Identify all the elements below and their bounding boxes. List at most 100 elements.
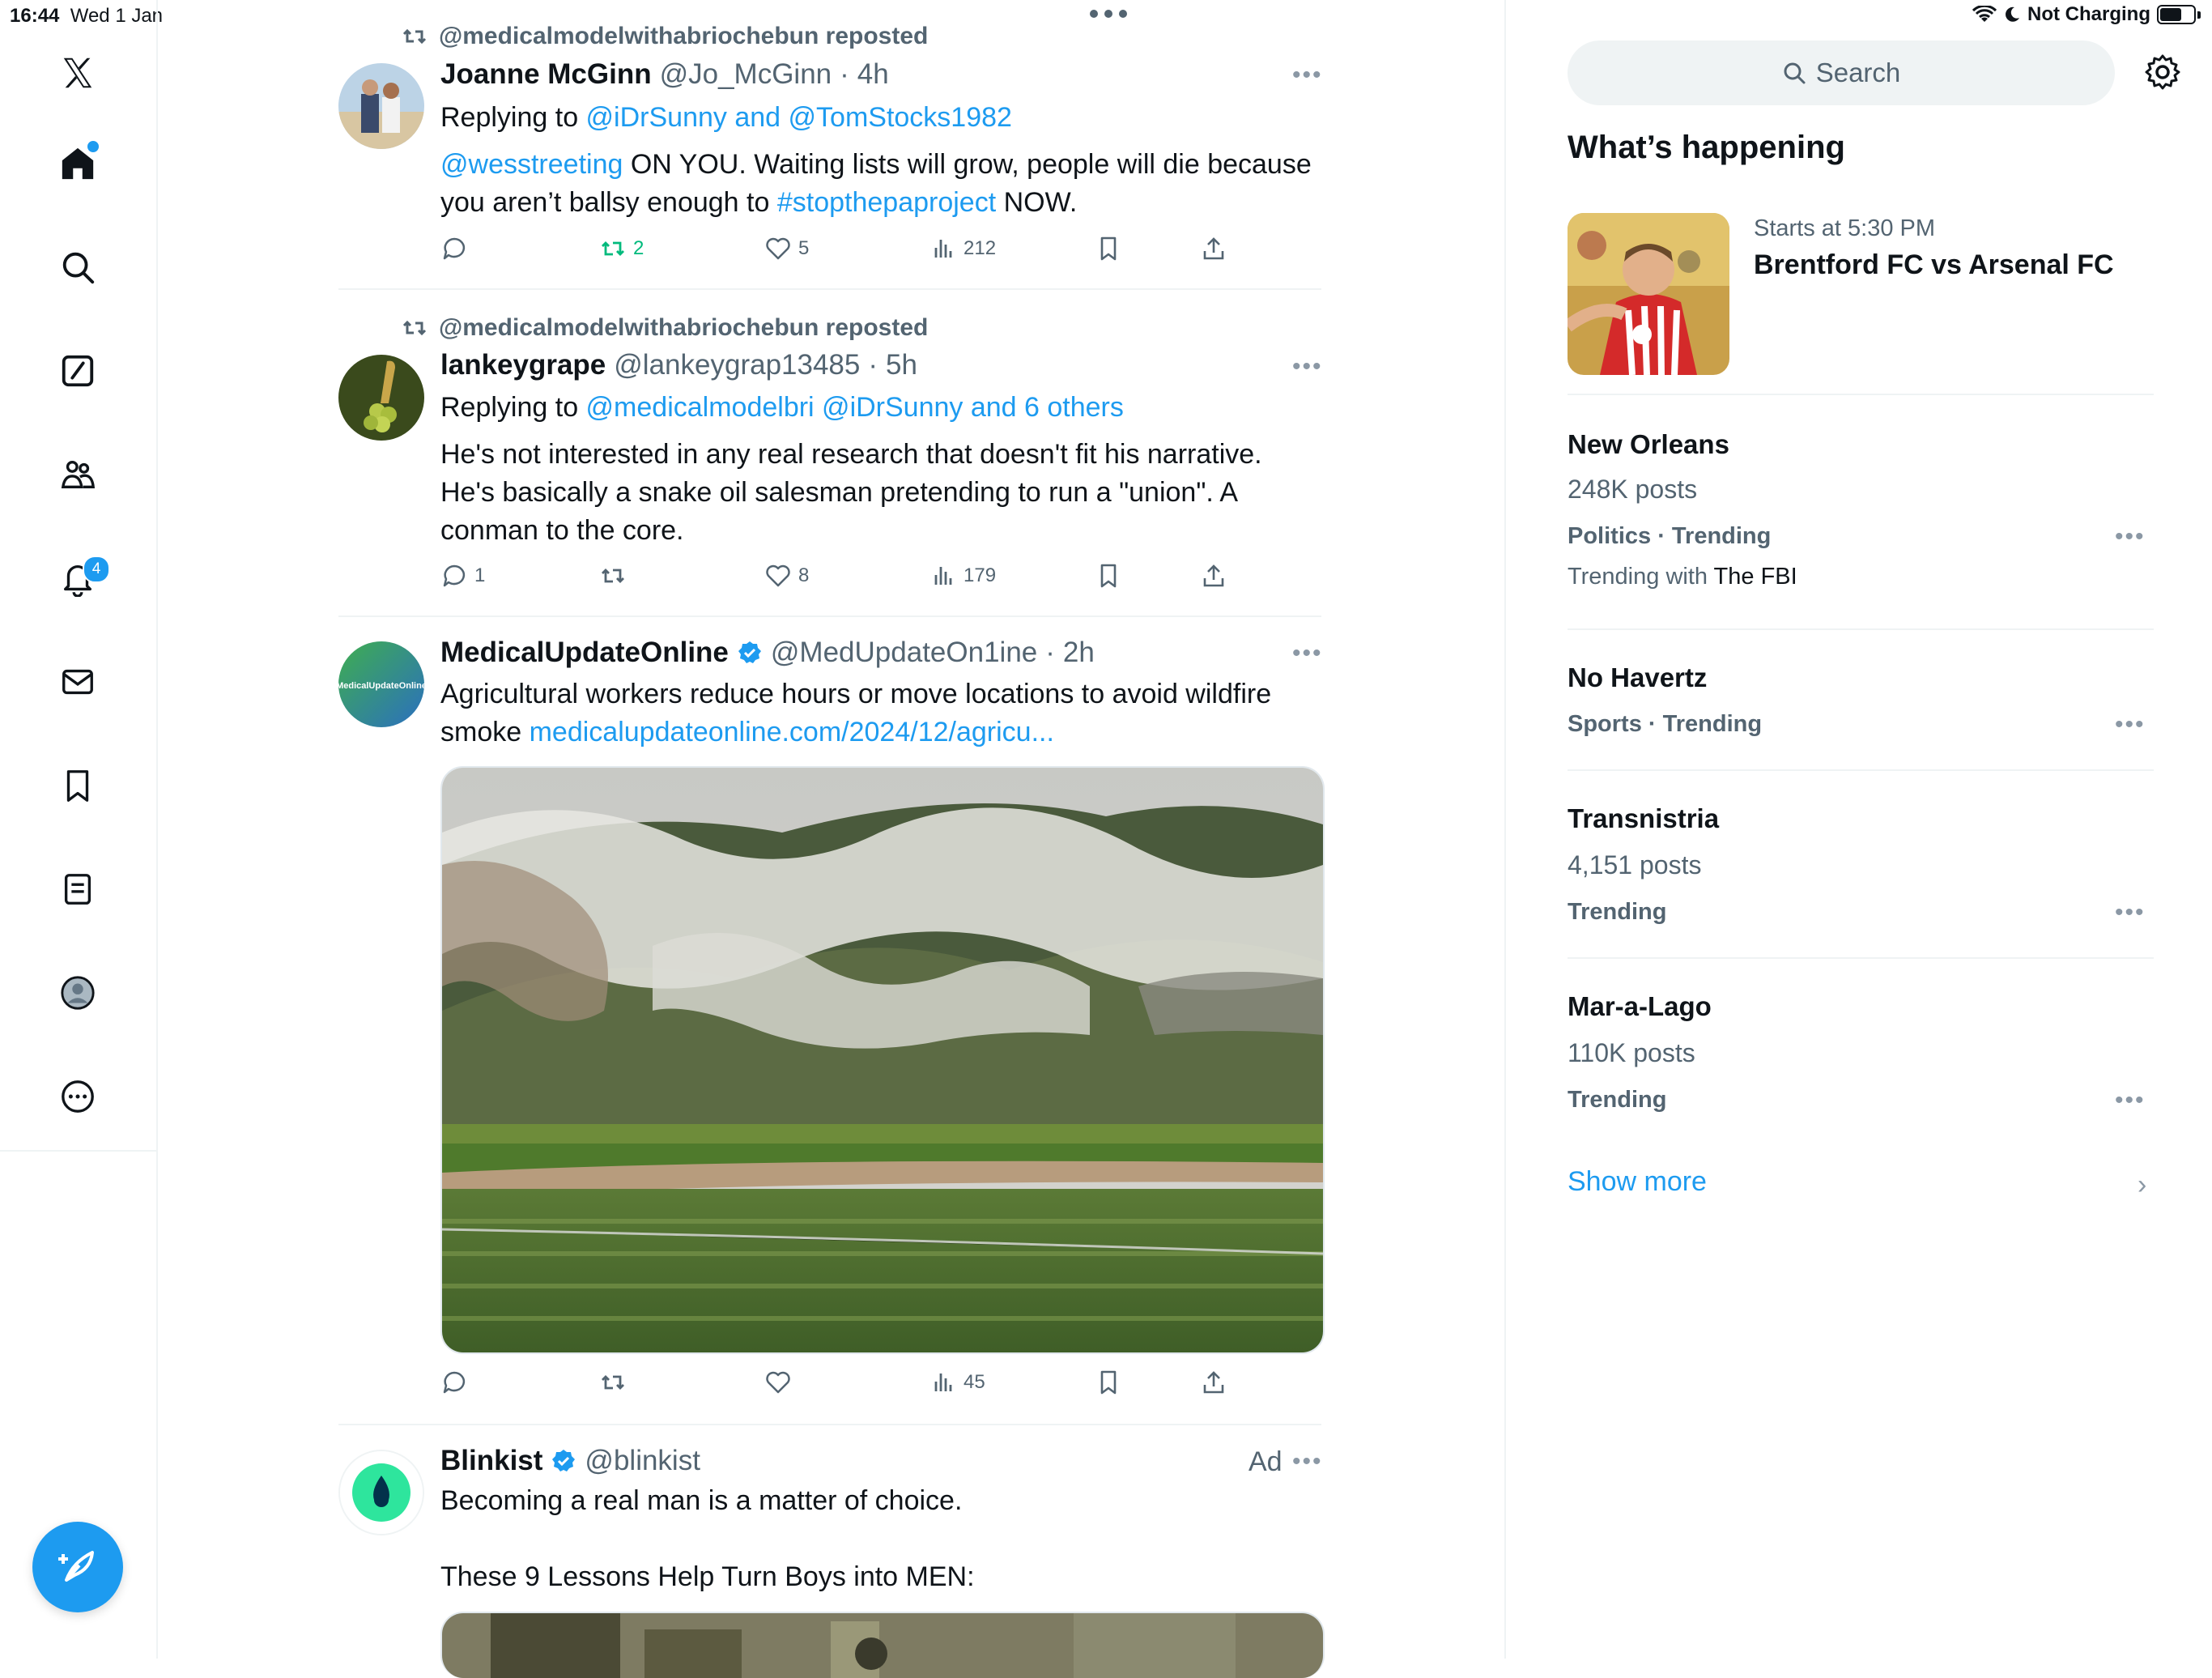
bookmark-icon bbox=[1100, 1370, 1117, 1395]
home-notification-dot bbox=[86, 139, 100, 154]
trend-name[interactable]: Transnistria bbox=[1568, 803, 1719, 834]
repost-icon bbox=[602, 1375, 624, 1390]
author-name[interactable]: Joanne McGinn bbox=[440, 58, 652, 91]
bookmark-icon bbox=[1100, 564, 1117, 588]
tweet-time: 4h bbox=[857, 58, 889, 90]
tweet-actions: 2 5 212 bbox=[440, 235, 1323, 267]
like-button[interactable] bbox=[764, 1369, 798, 1396]
avatar[interactable] bbox=[338, 1450, 424, 1535]
repost-icon bbox=[402, 320, 427, 336]
hashtag-link[interactable]: #stopthepaproject bbox=[777, 187, 996, 218]
avatar-logo-text: MedicalUpdateOnline bbox=[338, 681, 424, 691]
replying-to: Replying to @iDrSunny and @TomStocks1982 bbox=[440, 102, 1012, 133]
tweet-author: Joanne McGinn @Jo_McGinn · 4h bbox=[440, 58, 889, 91]
avatar[interactable] bbox=[338, 63, 424, 149]
author-handle[interactable]: @blinkist bbox=[585, 1445, 700, 1477]
settings-gear-icon[interactable] bbox=[2144, 53, 2181, 91]
trend-name[interactable]: Mar-a-Lago bbox=[1568, 991, 1712, 1022]
reply-icon bbox=[443, 1371, 466, 1394]
trend-category: Politics · Trending bbox=[1568, 523, 1772, 549]
author-name[interactable]: lankeygrape bbox=[440, 349, 606, 381]
views-button[interactable]: 179 bbox=[929, 562, 996, 590]
status-bar: 16:44 Wed 1 Jan Not Charging bbox=[0, 0, 2212, 36]
whats-happening-title: What’s happening bbox=[1568, 130, 1845, 165]
mention-link[interactable]: @wesstreeting bbox=[440, 149, 623, 180]
share-button[interactable] bbox=[1200, 235, 1227, 262]
search-input[interactable]: Search bbox=[1568, 40, 2115, 105]
ad-image[interactable] bbox=[440, 1612, 1325, 1678]
wifi-icon bbox=[1972, 6, 1997, 22]
tweet-divider bbox=[338, 615, 1321, 617]
more-icon[interactable] bbox=[52, 1071, 104, 1122]
show-more-link[interactable]: Show more bbox=[1568, 1166, 1707, 1198]
search-icon[interactable] bbox=[52, 241, 104, 293]
notifications-badge: 4 bbox=[83, 556, 110, 583]
trend-name[interactable]: New Orleans bbox=[1568, 429, 1729, 460]
repost-button[interactable]: 2 bbox=[599, 235, 644, 262]
event-image[interactable] bbox=[1568, 213, 1729, 375]
views-icon bbox=[934, 1373, 952, 1391]
repost-button[interactable] bbox=[599, 1369, 633, 1396]
repost-button[interactable] bbox=[599, 562, 633, 590]
avatar[interactable] bbox=[338, 355, 424, 441]
bookmark-button[interactable] bbox=[1095, 235, 1122, 262]
article-link[interactable]: medicalupdateonline.com/2024/12/agricu..… bbox=[530, 717, 1054, 747]
tweet-text: These 9 Lessons Help Turn Boys into MEN: bbox=[440, 1561, 975, 1592]
chevron-right-icon: › bbox=[2138, 1169, 2147, 1200]
share-button[interactable] bbox=[1200, 562, 1227, 590]
like-button[interactable]: 8 bbox=[764, 562, 809, 590]
x-logo-icon[interactable] bbox=[52, 47, 104, 99]
trend-divider bbox=[1568, 769, 2154, 771]
moon-icon bbox=[2006, 6, 2020, 22]
trend-more-button[interactable]: ••• bbox=[2115, 899, 2146, 926]
trend-posts: 4,151 posts bbox=[1568, 850, 1702, 879]
bookmark-icon bbox=[1100, 236, 1117, 261]
tweet-image[interactable] bbox=[440, 766, 1325, 1354]
share-icon bbox=[1203, 564, 1224, 587]
bookmarks-icon[interactable] bbox=[52, 760, 104, 811]
event-title[interactable]: Brentford FC vs Arsenal FC bbox=[1754, 249, 2114, 281]
grok-icon[interactable] bbox=[52, 345, 104, 397]
trend-more-button[interactable]: ••• bbox=[2115, 711, 2146, 739]
share-button[interactable] bbox=[1200, 1369, 1227, 1396]
messages-icon[interactable] bbox=[52, 656, 104, 708]
tweet-more-button[interactable]: ••• bbox=[1292, 62, 1323, 89]
heart-icon bbox=[766, 1371, 790, 1394]
reply-button[interactable] bbox=[440, 235, 474, 262]
column-divider bbox=[1504, 0, 1506, 1659]
trend-more-button[interactable]: ••• bbox=[2115, 1087, 2146, 1114]
nav-divider bbox=[0, 1150, 156, 1152]
bookmark-button[interactable] bbox=[1095, 562, 1122, 590]
views-button[interactable]: 212 bbox=[929, 235, 996, 262]
tweet-text: He's not interested in any real research… bbox=[440, 439, 1262, 546]
author-handle[interactable]: @lankeygrap13485 bbox=[614, 349, 860, 381]
like-button[interactable]: 5 bbox=[764, 235, 809, 262]
heart-icon bbox=[766, 237, 790, 260]
event-time: Starts at 5:30 PM bbox=[1754, 215, 1936, 241]
tweet-text: @wesstreeting ON YOU. Waiting lists will… bbox=[440, 149, 1312, 218]
avatar[interactable]: MedicalUpdateOnline bbox=[338, 641, 424, 727]
tweet-more-button[interactable]: ••• bbox=[1292, 1448, 1323, 1476]
views-button[interactable]: 45 bbox=[929, 1369, 985, 1396]
tweet-author: MedicalUpdateOnline @MedUpdateOn1ine · 2h bbox=[440, 637, 1095, 669]
communities-icon[interactable] bbox=[52, 449, 104, 500]
tweet-more-button[interactable]: ••• bbox=[1292, 640, 1323, 667]
author-handle[interactable]: @Jo_McGinn bbox=[660, 58, 832, 91]
bookmark-button[interactable] bbox=[1095, 1369, 1122, 1396]
trend-category: Trending bbox=[1568, 899, 1667, 925]
profile-icon[interactable] bbox=[52, 967, 104, 1019]
author-name[interactable]: MedicalUpdateOnline bbox=[440, 637, 729, 669]
trend-more-button[interactable]: ••• bbox=[2115, 523, 2146, 551]
trend-name[interactable]: No Havertz bbox=[1568, 662, 1707, 693]
author-handle[interactable]: @MedUpdateOn1ine bbox=[771, 637, 1037, 669]
compose-post-button[interactable] bbox=[32, 1522, 123, 1612]
window-handle[interactable] bbox=[1090, 10, 1127, 18]
author-name[interactable]: Blinkist bbox=[440, 1445, 542, 1477]
reply-button[interactable]: 1 bbox=[440, 562, 485, 590]
lists-icon[interactable] bbox=[52, 863, 104, 915]
views-icon bbox=[934, 567, 952, 585]
tweet-more-button[interactable]: ••• bbox=[1292, 353, 1323, 381]
reply-button[interactable] bbox=[440, 1369, 474, 1396]
verified-badge-icon bbox=[552, 1450, 576, 1471]
repost-indicator: @medicalmodelwithabriochebun reposted bbox=[402, 23, 928, 50]
